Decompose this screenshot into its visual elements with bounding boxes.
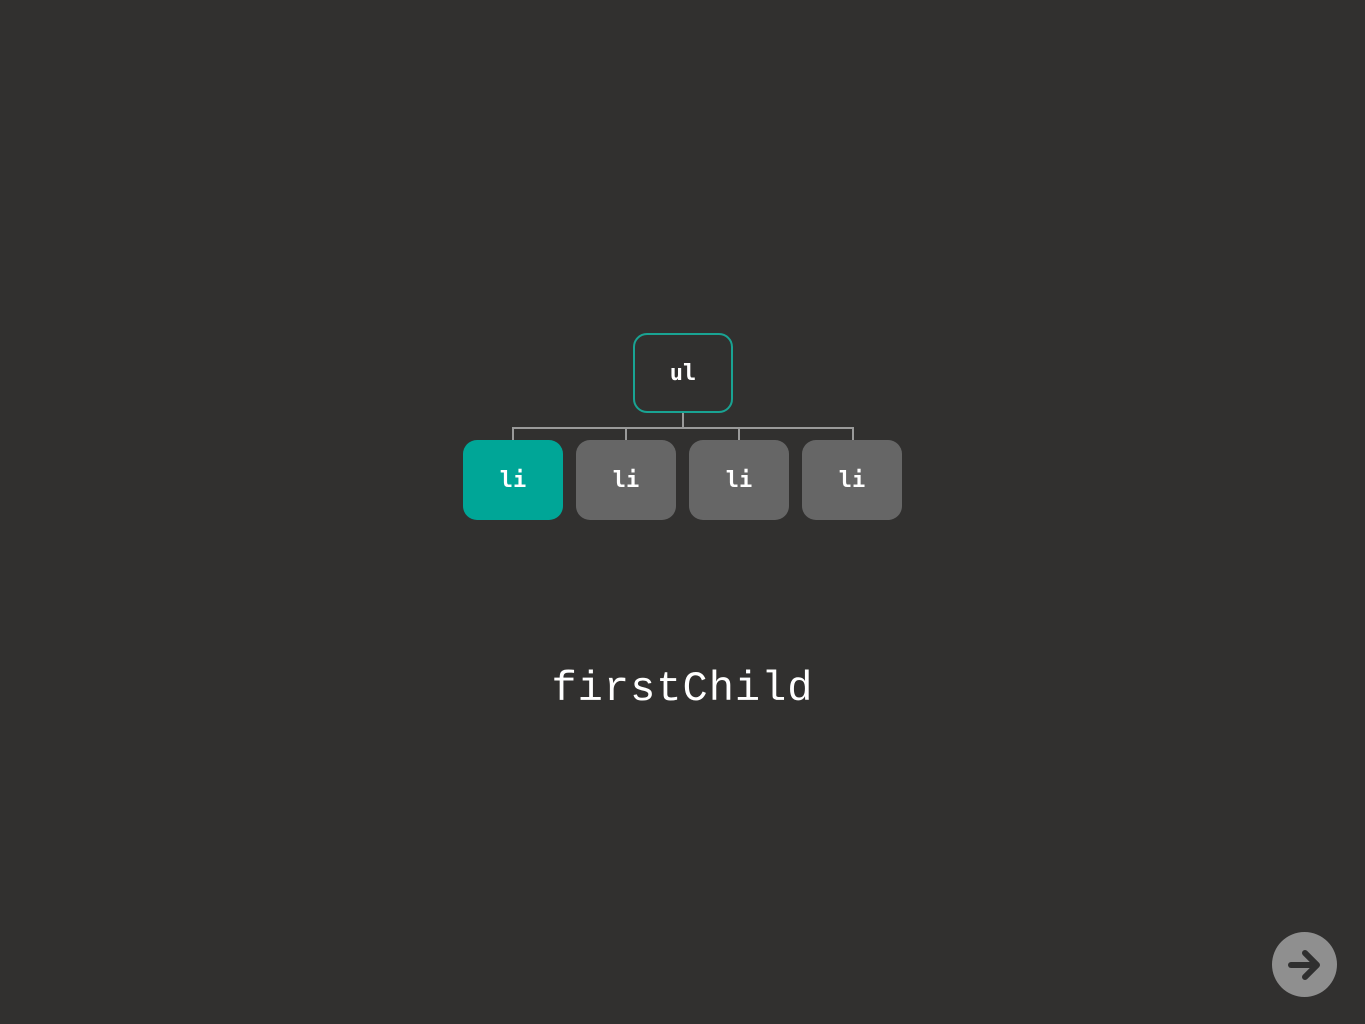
child-node-li-first: li — [463, 440, 563, 520]
caption-property-name: firstChild — [551, 665, 814, 713]
next-slide-button[interactable] — [1272, 932, 1337, 997]
slide: ul li li li li firstChild — [0, 0, 1365, 1024]
child-node-label: li — [725, 467, 753, 493]
tree-connectors — [512, 413, 854, 441]
child-node-li: li — [576, 440, 676, 520]
child-node-li: li — [802, 440, 902, 520]
child-node-label: li — [612, 467, 640, 493]
child-node-label: li — [499, 467, 527, 493]
parent-node-ul: ul — [633, 333, 733, 413]
child-node-label: li — [838, 467, 866, 493]
arrow-right-icon — [1287, 949, 1320, 980]
child-node-li: li — [689, 440, 789, 520]
parent-node-label: ul — [669, 360, 697, 386]
